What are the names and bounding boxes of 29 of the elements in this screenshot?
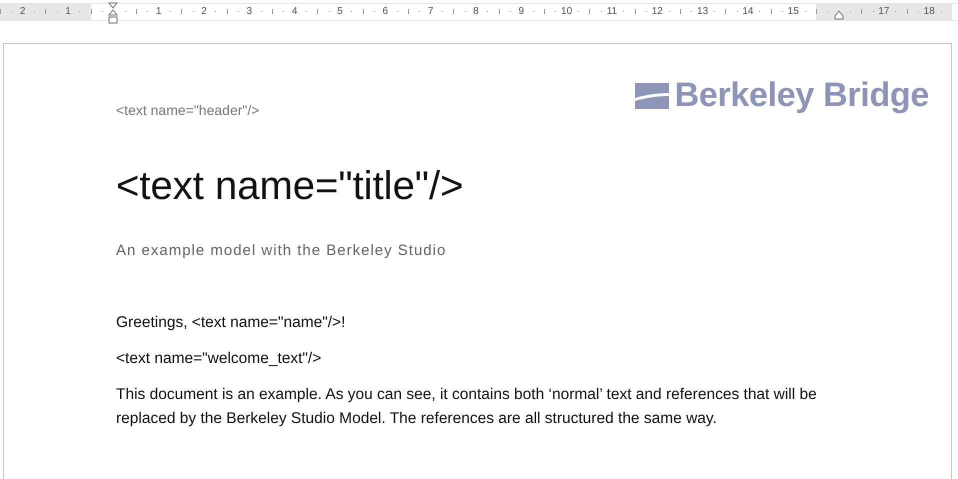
ruler-number: 1 xyxy=(156,7,162,17)
paragraph: <text name="welcome_text"/> xyxy=(116,349,322,369)
ruler-number: 2 xyxy=(201,7,207,17)
ruler-number: 13 xyxy=(697,7,708,17)
ruler-number: 17 xyxy=(878,7,890,17)
right-indent-marker-icon[interactable] xyxy=(834,10,844,20)
header-text: <text name="header"/> xyxy=(116,102,260,118)
ruler-number: 12 xyxy=(652,7,663,17)
logo-text: Berkeley Bridge xyxy=(674,76,929,115)
ruler-number: 10 xyxy=(561,7,572,17)
ruler-number: 14 xyxy=(742,7,754,17)
ruler-number: 3 xyxy=(246,7,252,17)
document-subtitle: An example model with the Berkeley Studio xyxy=(116,242,448,259)
document-title: <text name="title"/> xyxy=(116,164,464,208)
ruler-number: 18 xyxy=(924,7,935,17)
ruler-number: 8 xyxy=(473,7,479,17)
paragraph: This document is an example. As you can see, it contains both ‘normal’ text and references that will be replaced by the Berkeley Studio Model. The references are all structured the same way. xyxy=(116,385,818,429)
left-indent-marker-icon[interactable] xyxy=(108,2,118,24)
ruler-number: 1 xyxy=(65,7,71,17)
ruler-number: 11 xyxy=(606,7,618,17)
logo-icon xyxy=(634,82,669,108)
ruler-number: 15 xyxy=(788,7,799,17)
paragraph: Greetings, <text name="name"/>! xyxy=(116,313,346,333)
ruler-number: 7 xyxy=(428,7,434,17)
ruler-number: 5 xyxy=(337,7,343,17)
ruler-number: 9 xyxy=(518,7,524,17)
ruler-number: 6 xyxy=(382,7,388,17)
ruler-number: 2 xyxy=(20,7,26,17)
ruler-number: 4 xyxy=(292,7,298,17)
